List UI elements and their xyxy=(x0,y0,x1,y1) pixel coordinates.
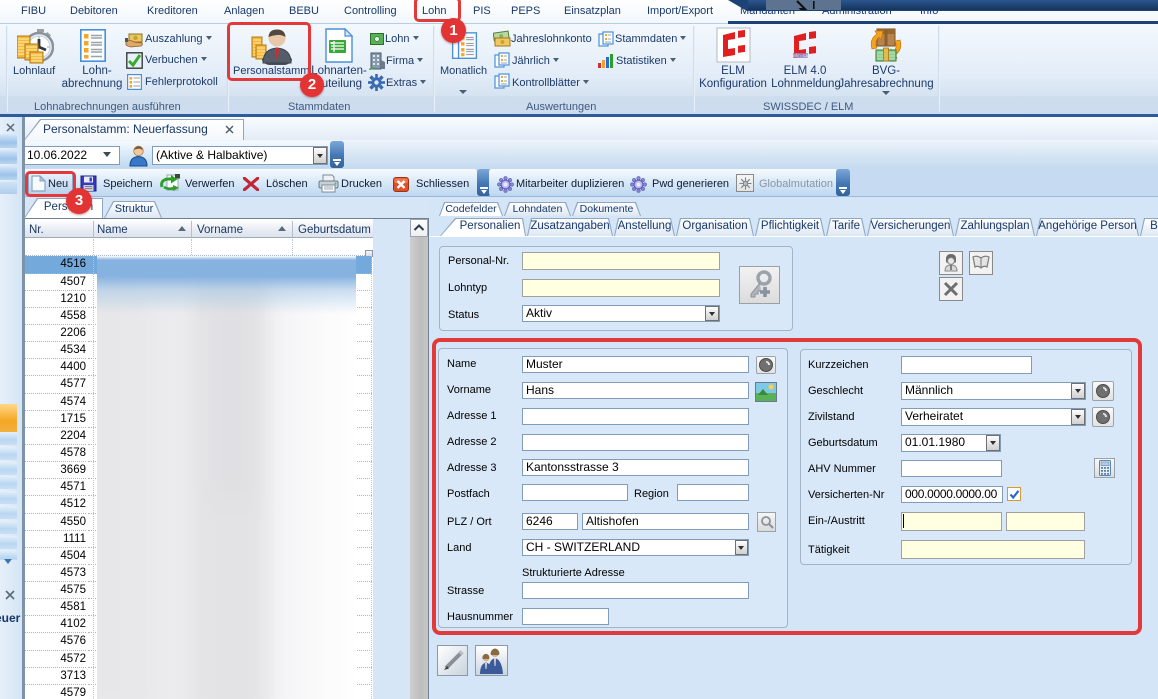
svg-text:elm·süg: elm·süg xyxy=(794,53,811,58)
